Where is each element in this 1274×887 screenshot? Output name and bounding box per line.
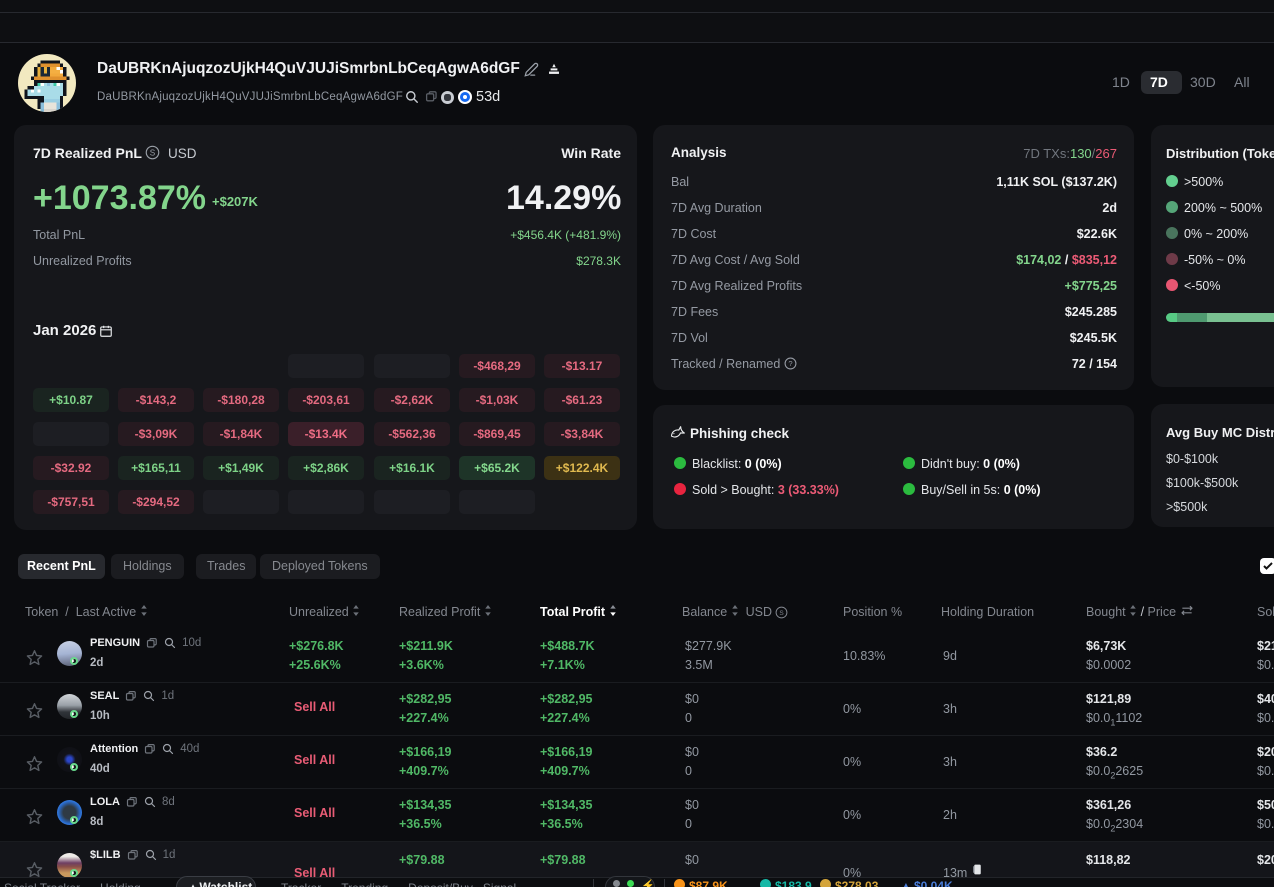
svg-text:S: S (780, 609, 785, 616)
svg-text:S: S (150, 148, 156, 157)
svg-text:?: ? (788, 359, 792, 368)
